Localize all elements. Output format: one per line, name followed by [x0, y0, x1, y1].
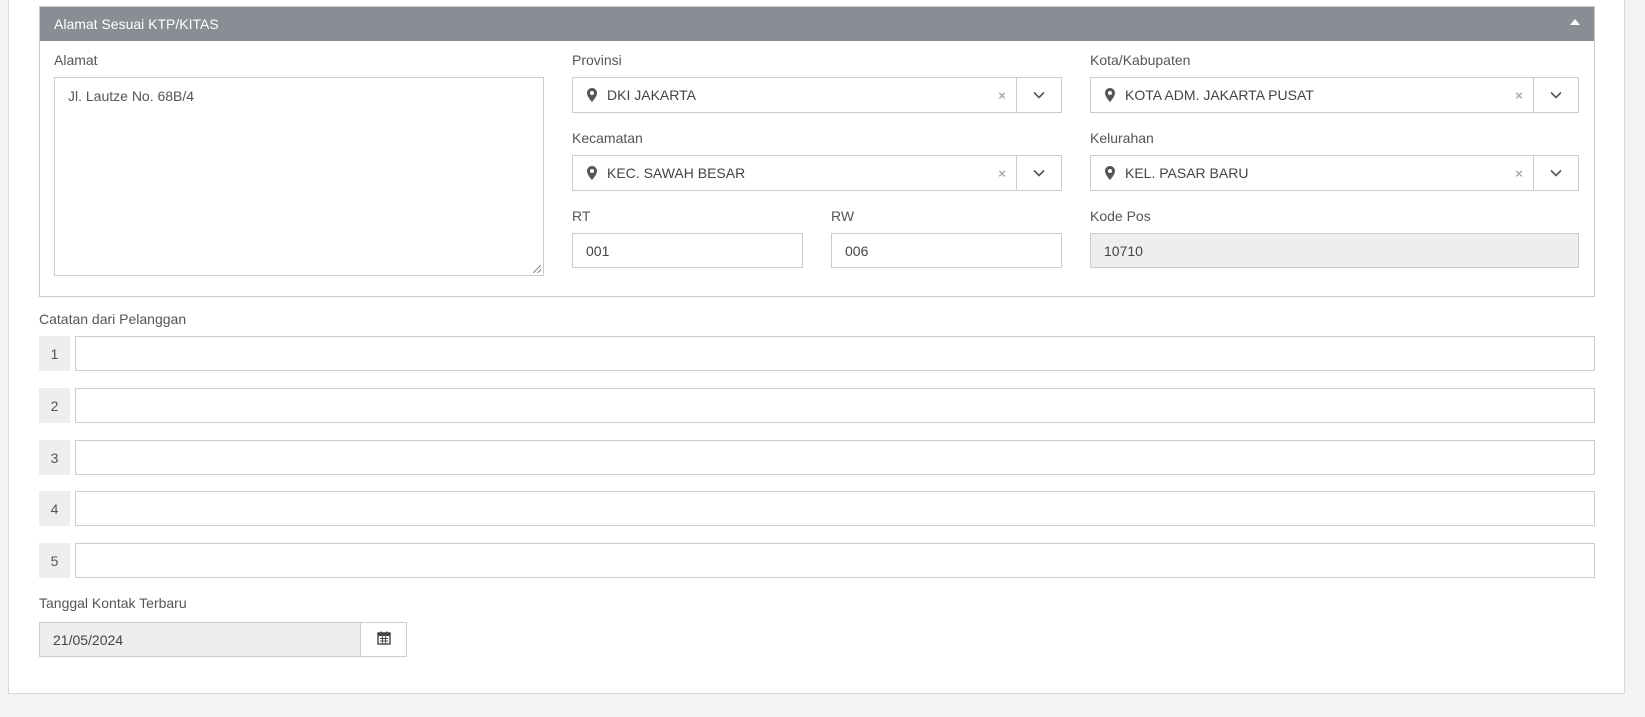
note-number: 5 [39, 543, 70, 578]
kelurahan-value: KEL. PASAR BARU [1125, 165, 1249, 181]
clear-icon[interactable]: × [1505, 166, 1533, 181]
kecamatan-value: KEC. SAWAH BESAR [607, 165, 746, 181]
calendar-icon [376, 631, 391, 648]
rt-input[interactable]: 001 [572, 233, 803, 268]
clear-icon[interactable]: × [988, 88, 1016, 103]
last-contact-label: Tanggal Kontak Terbaru [39, 595, 187, 611]
rw-label: RW [831, 208, 855, 224]
clear-icon[interactable]: × [1505, 88, 1533, 103]
note-input-1[interactable] [75, 336, 1595, 371]
calendar-button[interactable] [360, 622, 407, 657]
last-contact-date-value: 21/05/2024 [53, 631, 124, 648]
note-input-2[interactable] [75, 388, 1595, 423]
rw-value: 006 [845, 242, 869, 259]
provinsi-value: DKI JAKARTA [607, 87, 696, 103]
address-panel-header[interactable]: Alamat Sesuai KTP/KITAS [40, 7, 1594, 41]
map-marker-icon [1105, 88, 1115, 102]
map-marker-icon [587, 88, 597, 102]
panel-title: Alamat Sesuai KTP/KITAS [54, 16, 219, 32]
kodepos-value: 10710 [1104, 242, 1143, 259]
notes-label: Catatan dari Pelanggan [39, 311, 187, 327]
chevron-down-icon[interactable] [1533, 156, 1578, 190]
kodepos-input: 10710 [1090, 233, 1579, 268]
kecamatan-select[interactable]: KEC. SAWAH BESAR × [572, 155, 1062, 191]
note-input-5[interactable] [75, 543, 1595, 578]
kecamatan-label: Kecamatan [572, 130, 643, 146]
note-number: 3 [39, 440, 70, 475]
address-value: Jl. Lautze No. 68B/4 [68, 88, 195, 104]
chevron-down-icon[interactable] [1016, 78, 1061, 112]
caret-up-icon[interactable] [1570, 19, 1580, 25]
rt-value: 001 [586, 242, 610, 259]
provinsi-select[interactable]: DKI JAKARTA × [572, 77, 1062, 113]
kota-select[interactable]: KOTA ADM. JAKARTA PUSAT × [1090, 77, 1579, 113]
chevron-down-icon[interactable] [1533, 78, 1578, 112]
clear-icon[interactable]: × [988, 166, 1016, 181]
map-marker-icon [1105, 166, 1115, 180]
note-input-3[interactable] [75, 440, 1595, 475]
map-marker-icon [587, 166, 597, 180]
address-label: Alamat [54, 52, 98, 68]
kota-value: KOTA ADM. JAKARTA PUSAT [1125, 87, 1314, 103]
note-number: 4 [39, 491, 70, 526]
resize-grip-icon[interactable] [533, 265, 541, 273]
address-textarea[interactable]: Jl. Lautze No. 68B/4 [54, 77, 544, 276]
kota-label: Kota/Kabupaten [1090, 52, 1191, 68]
note-number: 1 [39, 336, 70, 371]
kelurahan-select[interactable]: KEL. PASAR BARU × [1090, 155, 1579, 191]
kodepos-label: Kode Pos [1090, 208, 1151, 224]
note-input-4[interactable] [75, 491, 1595, 526]
provinsi-label: Provinsi [572, 52, 622, 68]
note-number: 2 [39, 388, 70, 423]
kelurahan-label: Kelurahan [1090, 130, 1154, 146]
rt-label: RT [572, 208, 591, 224]
last-contact-date-input: 21/05/2024 [39, 622, 361, 657]
chevron-down-icon[interactable] [1016, 156, 1061, 190]
rw-input[interactable]: 006 [831, 233, 1062, 268]
